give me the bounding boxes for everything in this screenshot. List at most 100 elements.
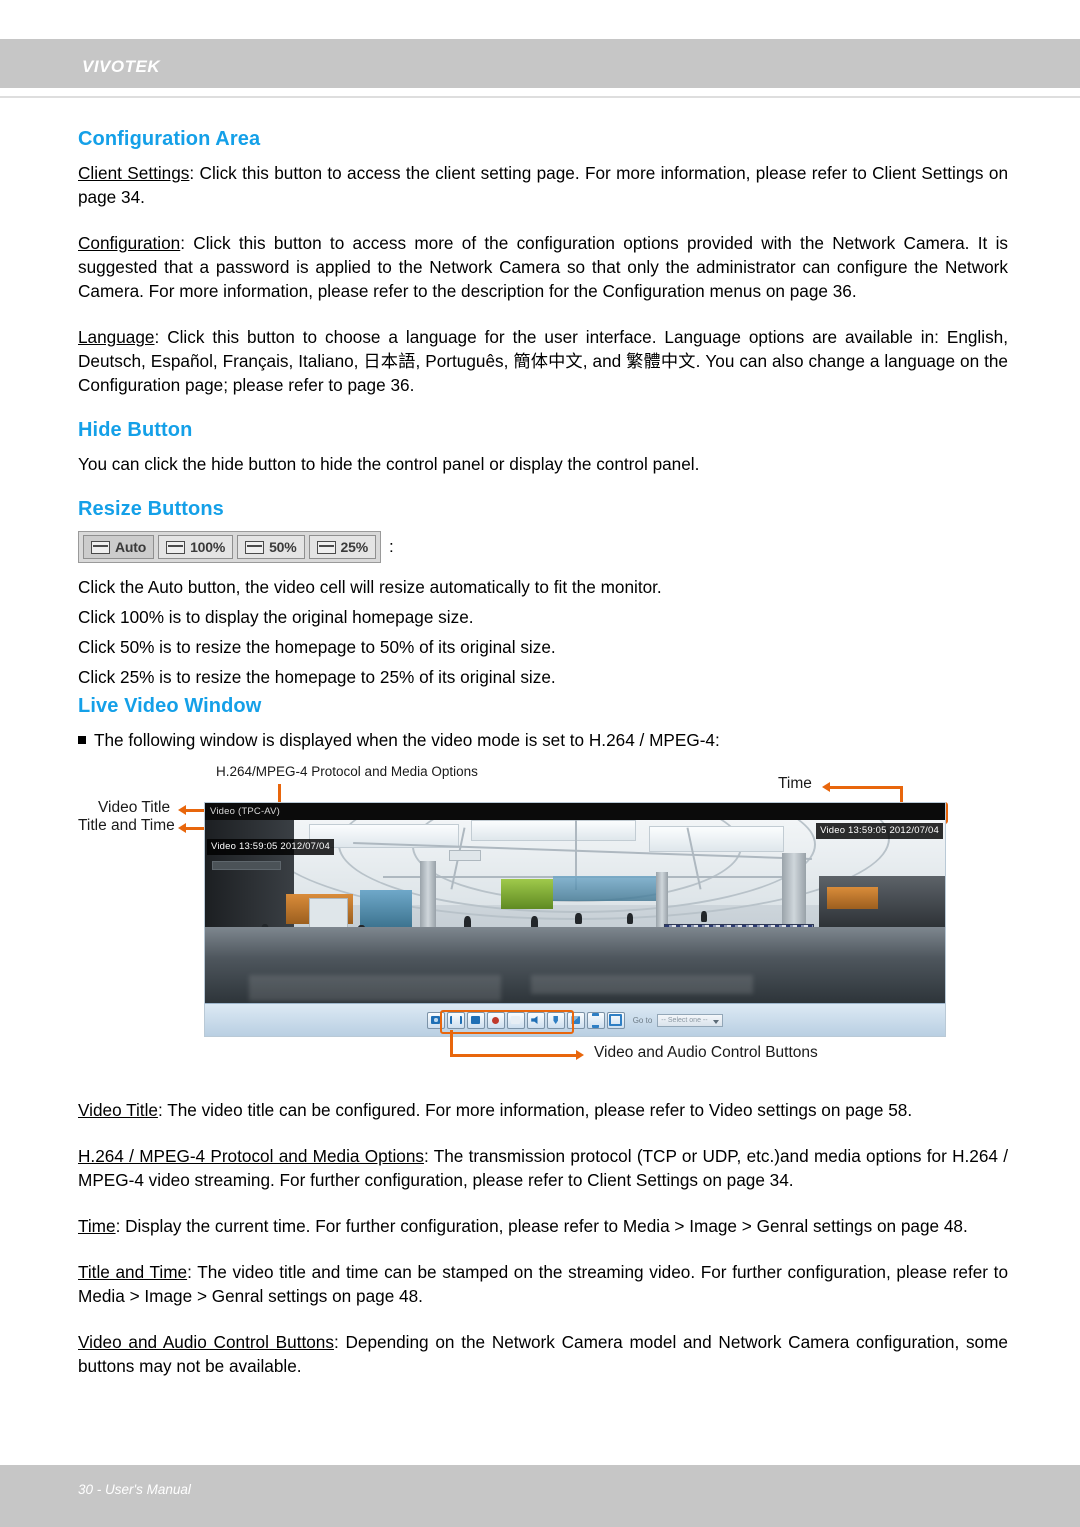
resize-icon (91, 540, 110, 554)
scene-info-board (308, 897, 348, 932)
video-window-title: Video (210, 806, 236, 817)
paragraph-client-settings: Client Settings: Click this button to ac… (78, 161, 1008, 209)
callout-video-title-arrow (178, 805, 186, 815)
scene-person (575, 912, 582, 924)
scene-person (700, 910, 707, 922)
scene-shopfront (501, 879, 553, 909)
scene-skylight (649, 825, 785, 852)
resize-button-bar: Auto 100% 50% 25% (78, 531, 381, 563)
live-video-window[interactable]: Video (TPC-AV) Video 13:59:05 2012/07/04… (204, 802, 946, 1037)
camera-icon (431, 1016, 441, 1024)
resize-icon (316, 540, 336, 554)
square-bullet-icon (78, 736, 86, 744)
header-band (0, 39, 1080, 88)
resize-100-button[interactable]: 100% (158, 535, 234, 559)
callout-protocol-label: H.264/MPEG-4 Protocol and Media Options (216, 764, 478, 779)
lead-video-title: Video Title (78, 1100, 158, 1120)
arrows-icon (592, 1012, 600, 1028)
header-divider (0, 96, 1080, 98)
scene-left-wall (205, 820, 294, 935)
heading-hide-button: Hide Button (78, 419, 193, 441)
callout-time-arrow (822, 782, 830, 792)
resize-50-button[interactable]: 50% (237, 535, 305, 559)
resize-icon (245, 540, 265, 554)
lead-language: Language (78, 327, 155, 347)
scene-shopfront (360, 890, 413, 928)
callout-controls-line-h (450, 1054, 578, 1057)
resize-auto-button[interactable]: Auto (83, 535, 155, 559)
lead-protocol-options: H.264 / MPEG-4 Protocol and Media Option… (78, 1146, 424, 1166)
live-video-bullet-text: The following window is displayed when t… (94, 730, 720, 750)
scene-pillar (419, 860, 436, 935)
fullscreen-icon (609, 1014, 623, 1026)
paragraph-hide-button: You can click the hide button to hide th… (78, 454, 700, 474)
scene-wall-sign (212, 860, 281, 871)
video-window-titlebar: Video (TPC-AV) (205, 803, 945, 820)
resize-25-button[interactable]: 25% (308, 535, 376, 559)
fullscreen-button[interactable] (606, 1011, 625, 1029)
brand-logo: VIVOTEK (82, 57, 161, 76)
goto-label: Go to (632, 1015, 653, 1025)
live-video-figure: H.264/MPEG-4 Protocol and Media Options … (78, 764, 1008, 1074)
lead-client-settings: Client Settings (78, 163, 190, 183)
scene-hanging-sign (449, 849, 481, 861)
resize-trailing-colon: : (388, 537, 394, 556)
scene-skylight (471, 820, 637, 841)
goto-select-value: -- Select one -- (661, 1016, 708, 1024)
paragraph-video-title: Video Title: The video title can be conf… (78, 1098, 1008, 1122)
live-video-bullet-line: The following window is displayed when t… (78, 728, 1008, 752)
heading-live-video-window: Live Video Window (78, 695, 262, 717)
heading-resize-buttons: Resize Buttons (78, 498, 224, 520)
callout-controls-arrow (576, 1050, 584, 1060)
paragraph-language-text: : Click this button to choose a language… (78, 327, 1008, 395)
video-window-protocol: (TPC-AV) (237, 806, 281, 817)
lead-control-buttons: Video and Audio Control Buttons (78, 1332, 334, 1352)
scene-pillar (656, 871, 669, 928)
resize-line-auto: Click the Auto button, the video cell wi… (78, 577, 662, 597)
callout-controls-line-v (450, 1030, 453, 1056)
goto-select[interactable]: -- Select one -- (657, 1013, 724, 1027)
paragraph-configuration-text: : Click this button to access more of th… (78, 233, 1008, 301)
resize-100-label: 100% (190, 539, 226, 555)
footer-page-label: 30 - User's Manual (78, 1482, 191, 1497)
resize-line-50: Click 50% is to resize the homepage to 5… (78, 637, 556, 657)
video-overlay-title-time: Video 13:59:05 2012/07/04 (207, 839, 334, 855)
paragraph-protocol-options: H.264 / MPEG-4 Protocol and Media Option… (78, 1144, 1008, 1192)
callout-time-line-h (826, 786, 902, 789)
page-content: Configuration Area Client Settings: Clic… (78, 128, 1008, 1378)
resize-icon (166, 540, 186, 554)
pan-tilt-button[interactable] (586, 1011, 605, 1029)
heading-configuration-area: Configuration Area (78, 128, 261, 150)
paragraph-title-and-time: Title and Time: The video title and time… (78, 1260, 1008, 1308)
video-canvas[interactable]: Video 13:59:05 2012/07/04 Video 13:59:05… (205, 820, 945, 1005)
paragraph-client-settings-text: : Click this button to access the client… (78, 163, 1008, 207)
scene-floor-reflection (249, 975, 501, 1002)
callout-title-and-time-label: Title and Time (78, 817, 175, 834)
paragraph-time-text: : Display the current time. For further … (115, 1216, 968, 1236)
video-overlay-time: Video 13:59:05 2012/07/04 (816, 823, 943, 839)
paragraph-language: Language: Click this button to choose a … (78, 325, 1008, 397)
callout-title-and-time-arrow (178, 823, 186, 833)
highlight-box-control-buttons (440, 1010, 574, 1034)
paragraph-control-buttons: Video and Audio Control Buttons: Dependi… (78, 1330, 1008, 1378)
paragraph-title-and-time-text: : The video title and time can be stampe… (78, 1262, 1009, 1306)
callout-time-label: Time (778, 775, 812, 792)
resize-line-25: Click 25% is to resize the homepage to 2… (78, 667, 556, 687)
lead-time: Time (78, 1216, 116, 1236)
paragraph-configuration: Configuration: Click this button to acce… (78, 231, 1008, 303)
scene-floor-reflection (530, 975, 753, 994)
lead-configuration: Configuration (78, 233, 181, 253)
video-control-bar[interactable]: Go to -- Select one -- (205, 1003, 945, 1036)
paragraph-time: Time: Display the current time. For furt… (78, 1214, 1008, 1238)
resize-line-100: Click 100% is to display the original ho… (78, 607, 474, 627)
callout-controls-label: Video and Audio Control Buttons (594, 1044, 818, 1061)
scene-person (626, 912, 634, 924)
callout-video-title-label: Video Title (98, 799, 171, 816)
resize-50-label: 50% (269, 539, 297, 555)
scene-shopfront (552, 875, 657, 902)
resize-25-label: 25% (340, 539, 369, 555)
resize-buttons-figure: Auto 100% 50% 25% : (78, 531, 1008, 563)
lead-title-and-time: Title and Time (78, 1262, 188, 1282)
scene-shopfront (826, 886, 879, 909)
paragraph-video-title-text: : The video title can be configured. For… (157, 1100, 913, 1120)
